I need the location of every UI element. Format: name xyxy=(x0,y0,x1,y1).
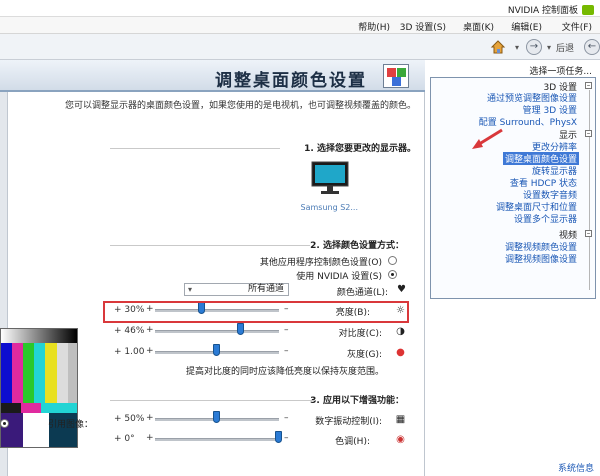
divider xyxy=(110,245,310,246)
content-pane: 调整桌面颜色设置 您可以调整显示器的桌面颜色设置，如果您使用的是电视机，也可调整… xyxy=(0,60,425,476)
green-swatch-icon xyxy=(397,68,406,77)
color-bar xyxy=(68,343,77,403)
brightness-highlight-box xyxy=(103,301,409,323)
gamma-slider-thumb[interactable] xyxy=(213,344,220,356)
contrast-icon: ◑ xyxy=(396,326,405,337)
hue-icon: ◉ xyxy=(396,434,405,445)
task-pane: 选择一项任务... – 3D 设置 通过预览调整图像设置 管理 3D 设置 配置… xyxy=(426,60,600,476)
task-tree: – 3D 设置 通过预览调整图像设置 管理 3D 设置 配置 Surround、… xyxy=(430,77,596,299)
task-link-multi-display[interactable]: 设置多个显示器 xyxy=(514,212,577,225)
color-bar xyxy=(45,343,57,403)
toolbar: ← 后退 ▾ → ▾ xyxy=(0,34,600,60)
color-bar xyxy=(34,343,45,403)
gamma-label: 灰度(G): xyxy=(346,350,382,360)
option-other-apps[interactable]: 其他应用程序控制颜色设置(O) xyxy=(260,255,382,268)
collapse-video-icon[interactable]: – xyxy=(585,230,592,237)
system-info-link[interactable]: 系统信息 xyxy=(558,461,594,474)
color-channel-value: 所有通道 xyxy=(247,284,284,294)
digital-vibrance-label: 数字振动控制(I): xyxy=(315,417,382,427)
page-title: 调整桌面颜色设置 xyxy=(215,71,367,91)
hue-slider[interactable] xyxy=(155,438,279,441)
digital-vibrance-decrease[interactable]: – xyxy=(284,413,289,423)
color-bar xyxy=(57,343,68,403)
back-dropdown-icon[interactable]: ▾ xyxy=(547,43,551,52)
menu-3d-settings[interactable]: 3D 设置(S) xyxy=(400,20,446,33)
color-bar xyxy=(12,343,23,403)
color-channel-label: 颜色通道(L): xyxy=(336,288,388,298)
blue-swatch-icon xyxy=(392,77,401,86)
color-bar xyxy=(41,403,77,413)
back-label: 后退 xyxy=(556,44,575,54)
chevron-down-icon: ▾ xyxy=(188,285,193,294)
title-bar: NVIDIA 控制面板 xyxy=(0,0,600,17)
red-swatch-icon xyxy=(387,68,396,77)
tree-line xyxy=(589,90,590,290)
reference-image-radio[interactable] xyxy=(0,419,9,428)
contrast-note: 提高对比度的同时应该降低亮度以保持灰度范围。 xyxy=(185,367,384,377)
task-link-video-image[interactable]: 调整视频图像设置 xyxy=(505,252,577,265)
color-channel-icon: ♥ xyxy=(397,284,406,295)
contrast-slider-thumb[interactable] xyxy=(236,323,244,335)
menu-desktop[interactable]: 桌面(K) xyxy=(463,20,494,33)
color-settings-icon xyxy=(383,64,409,88)
radio-nvidia-settings[interactable] xyxy=(388,270,397,279)
color-bar xyxy=(1,343,12,403)
monitor-icon[interactable] xyxy=(310,160,350,196)
radio-other-apps[interactable] xyxy=(388,256,397,265)
nvidia-logo-icon xyxy=(582,4,594,15)
step3-heading: 3. 应用以下增强功能： xyxy=(310,396,404,406)
color-channel-select[interactable]: ▾ 所有通道 xyxy=(184,283,289,296)
hue-increase[interactable]: + xyxy=(146,433,154,443)
task-pane-title: 选择一项任务... xyxy=(529,67,592,77)
contrast-decrease[interactable]: – xyxy=(284,325,289,335)
gamma-value: + 1.00 xyxy=(114,347,145,357)
step2-heading: 2. 选择颜色设置方式： xyxy=(310,241,404,251)
color-bar xyxy=(1,403,21,413)
contrast-increase[interactable]: + xyxy=(146,325,154,335)
monitor-name[interactable]: Samsung S2... xyxy=(301,203,359,212)
collapse-3d-icon[interactable]: – xyxy=(585,82,592,89)
annotation-arrow-icon xyxy=(472,128,503,149)
menu-file[interactable]: 文件(F) xyxy=(562,20,592,33)
menu-edit[interactable]: 编辑(E) xyxy=(511,20,542,33)
gamma-decrease[interactable]: – xyxy=(284,346,289,356)
menu-bar: 文件(F) 编辑(E) 桌面(K) 3D 设置(S) 帮助(H) xyxy=(0,17,600,34)
menu-help[interactable]: 帮助(H) xyxy=(358,20,390,33)
back-button[interactable]: ← xyxy=(584,39,600,55)
home-icon[interactable] xyxy=(490,39,506,55)
window-title: NVIDIA 控制面板 xyxy=(507,6,578,16)
contrast-value: + 46% xyxy=(114,326,145,336)
divider xyxy=(110,400,315,401)
digital-vibrance-slider-thumb[interactable] xyxy=(213,411,220,423)
task-link-surround-physx[interactable]: 配置 Surround、PhysX xyxy=(479,115,577,128)
color-bar xyxy=(23,413,49,447)
collapse-display-icon[interactable]: – xyxy=(585,130,592,137)
forward-button[interactable]: → xyxy=(526,39,542,55)
app-title: NVIDIA 控制面板 xyxy=(508,3,594,16)
color-bar xyxy=(21,403,41,413)
digital-vibrance-value: + 50% xyxy=(114,414,145,424)
forward-dropdown-icon[interactable]: ▾ xyxy=(515,43,519,52)
digital-vibrance-increase[interactable]: + xyxy=(146,413,154,423)
hue-slider-thumb[interactable] xyxy=(275,431,282,443)
option-nvidia-settings[interactable]: 使用 NVIDIA 设置(S) xyxy=(296,269,382,282)
reference-color-bars xyxy=(0,328,78,448)
page-banner: 调整桌面颜色设置 xyxy=(0,60,425,92)
digital-vibrance-icon: ▦ xyxy=(395,414,406,425)
step1-heading: 1. 选择您要更改的显示器。 xyxy=(304,144,416,154)
gamma-icon: ● xyxy=(396,347,405,358)
hue-decrease[interactable]: – xyxy=(284,433,289,443)
contrast-label: 对比度(C): xyxy=(338,329,382,339)
contrast-slider[interactable] xyxy=(155,330,279,333)
page-description: 您可以调整显示器的桌面颜色设置，如果您使用的是电视机，也可调整视频覆盖的颜色。 xyxy=(64,101,416,111)
hue-value: + 0° xyxy=(114,434,135,444)
divider xyxy=(110,148,280,149)
hue-label: 色调(H): xyxy=(335,437,370,447)
color-bar xyxy=(23,343,34,403)
grayscale-strip xyxy=(1,329,77,343)
gamma-increase[interactable]: + xyxy=(146,346,154,356)
reference-image-label: 引用图像： xyxy=(48,420,94,430)
